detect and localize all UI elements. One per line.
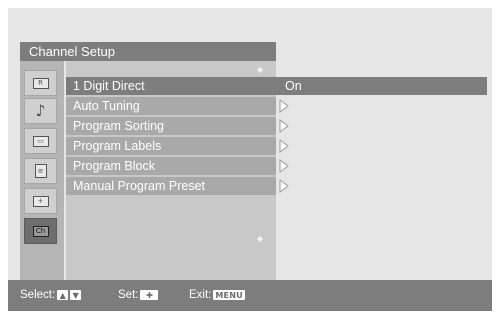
submenu-arrow-icon <box>279 119 289 133</box>
help-bar: Select: ▲ ▼ Set: ✚ Exit: MENU <box>8 280 492 311</box>
menu-key-icon: MENU <box>213 290 245 300</box>
menu-item-program-sorting[interactable]: Program Sorting <box>66 117 276 135</box>
submenu-arrow-icon <box>279 99 289 113</box>
menu-item-program-labels[interactable]: Program Labels <box>66 137 276 155</box>
select-hint: Select: ▲ ▼ <box>20 289 82 301</box>
menu-item-manual-program-preset[interactable]: Manual Program Preset <box>66 177 276 195</box>
picture-icon[interactable]: R <box>24 70 57 96</box>
menu-item-auto-tuning[interactable]: Auto Tuning <box>66 97 276 115</box>
scroll-down-indicator-icon: ◆ <box>257 234 264 243</box>
scroll-up-indicator-icon: ◆ <box>257 65 264 74</box>
select-label: Select: <box>20 289 56 301</box>
channel-setup-icon[interactable]: Ch <box>24 218 57 244</box>
menu-item-1-digit-direct[interactable]: 1 Digit Direct <box>66 77 276 95</box>
exit-hint: Exit: MENU <box>189 289 245 301</box>
menu-title: Channel Setup <box>20 42 276 61</box>
submenu-arrow-icon <box>279 179 289 193</box>
category-icon-column: R ♪ ▭ ≡ + Ch <box>20 61 64 280</box>
screen-icon[interactable]: ▭ <box>24 128 57 154</box>
selected-value[interactable]: On <box>276 77 487 95</box>
down-arrow-key-icon: ▼ <box>70 290 82 300</box>
up-arrow-key-icon: ▲ <box>57 290 69 300</box>
setup-icon[interactable]: + <box>24 188 57 214</box>
set-label: Set: <box>118 289 139 301</box>
exit-label: Exit: <box>189 289 212 301</box>
submenu-arrow-icon <box>279 139 289 153</box>
submenu-arrow-icon <box>279 159 289 173</box>
set-hint: Set: ✚ <box>118 289 159 301</box>
menu-item-program-block[interactable]: Program Block <box>66 157 276 175</box>
sound-icon[interactable]: ♪ <box>24 98 57 124</box>
enter-key-icon: ✚ <box>140 290 159 300</box>
features-icon[interactable]: ≡ <box>24 158 57 184</box>
